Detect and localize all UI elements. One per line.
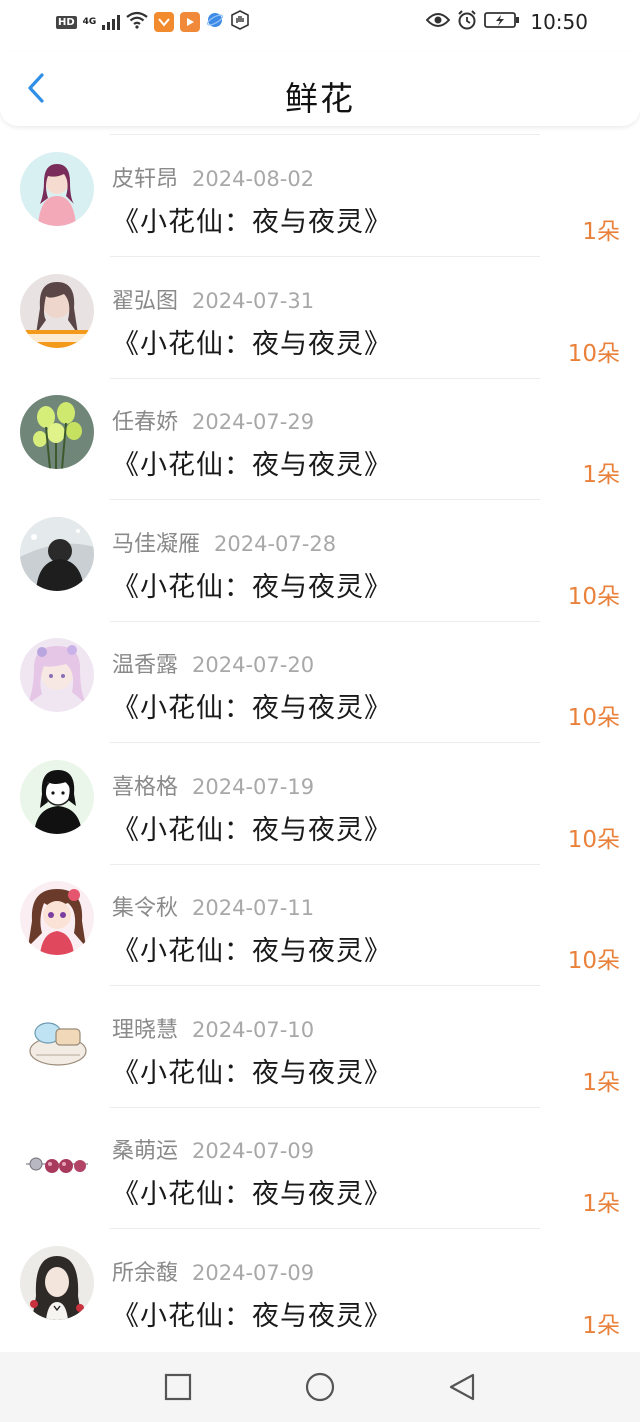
sender-info: 翟弘图 2024-07-31: [112, 283, 314, 315]
page-title: 鲜花: [285, 79, 355, 118]
recents-button[interactable]: [162, 1371, 194, 1403]
sender-name: 马佳凝雁: [112, 531, 201, 557]
avatar[interactable]: [20, 1245, 94, 1320]
list-item[interactable]: 温香露 2024-07-20 《小花仙：夜与夜灵》 10朵: [0, 622, 640, 743]
top-app-bar: 鲜花: [0, 52, 640, 126]
gift-book-title: 《小花仙：夜与夜灵》: [112, 1057, 392, 1089]
gift-date: 2024-07-29: [192, 410, 315, 434]
flower-count: 10朵: [567, 826, 620, 853]
browser-icon: [206, 11, 224, 34]
gift-book-title: 《小花仙：夜与夜灵》: [112, 571, 392, 603]
flower-count: 1朵: [582, 1191, 620, 1217]
hand-icon: [230, 9, 250, 35]
sender-info: 皮轩昂 2024-08-02: [112, 161, 314, 193]
alarm-icon: [456, 9, 478, 36]
wifi-icon: [126, 11, 149, 34]
sender-name: 温香露: [112, 653, 179, 678]
gift-book-title: 《小花仙：夜与夜灵》: [112, 328, 392, 360]
sender-name: 所余馥: [112, 1260, 179, 1286]
list-item[interactable]: 桑萌运 2024-07-09 《小花仙：夜与夜灵》 1朵: [0, 1108, 640, 1229]
app-badge-icon: [154, 12, 175, 32]
avatar[interactable]: [20, 273, 94, 348]
avatar[interactable]: [20, 638, 94, 712]
list-item[interactable]: 集令秋 2024-07-11 《小花仙：夜与夜灵》 10朵: [0, 865, 640, 986]
clock-time: 10:50: [530, 10, 588, 34]
gift-book-title: 《小花仙：夜与夜灵》: [112, 936, 392, 967]
sender-name: 任春娇: [112, 410, 179, 435]
status-left: HD 4G: [56, 9, 250, 35]
avatar[interactable]: [20, 152, 94, 226]
list-item[interactable]: 翟弘图 2024-07-31 《小花仙：夜与夜灵》 10朵: [0, 258, 640, 379]
list-item[interactable]: 皮轩昂 2024-08-02 《小花仙：夜与夜灵》 1朵: [0, 136, 640, 257]
hd-icon: HD: [56, 15, 77, 29]
gift-book-title: 《小花仙：夜与夜灵》: [112, 814, 392, 846]
list-item[interactable]: 理晓慧 2024-07-10 《小花仙：夜与夜灵》 1朵: [0, 987, 640, 1108]
sender-info: 马佳凝雁 2024-07-28: [112, 526, 336, 558]
eye-icon: [426, 11, 451, 33]
avatar[interactable]: [20, 1124, 94, 1198]
list-item[interactable]: 所余馥 2024-07-09 《小花仙：夜与夜灵》 1朵: [0, 1230, 640, 1351]
circle-home-icon: [305, 1372, 335, 1402]
sender-info: 理晓慧 2024-07-10: [112, 1012, 314, 1044]
triangle-back-icon: [449, 1373, 475, 1401]
sender-info: 集令秋 2024-07-11: [112, 890, 314, 922]
app-badge-icon: [180, 12, 201, 32]
gift-book-title: 《小花仙：夜与夜灵》: [112, 1300, 392, 1332]
flower-count: 10朵: [567, 948, 620, 974]
flower-count: 1朵: [582, 1312, 620, 1339]
app-screen: HD 4G 10:50 鲜花 皮轩昂 2024-08-02 《小花仙：夜与夜灵》…: [0, 0, 640, 1422]
avatar[interactable]: [20, 1002, 94, 1077]
system-back-button[interactable]: [446, 1371, 478, 1403]
flower-count: 1朵: [582, 219, 620, 245]
flower-count: 10朵: [567, 340, 620, 367]
list-item[interactable]: 任春娇 2024-07-29 《小花仙：夜与夜灵》 1朵: [0, 379, 640, 500]
sender-info: 温香露 2024-07-20: [112, 647, 314, 679]
list-item[interactable]: 马佳凝雁 2024-07-28 《小花仙：夜与夜灵》 10朵: [0, 501, 640, 622]
system-navigation-bar: [0, 1352, 640, 1422]
gift-book-title: 《小花仙：夜与夜灵》: [112, 693, 392, 724]
flower-count: 1朵: [582, 1069, 620, 1096]
flower-count: 10朵: [567, 705, 620, 731]
square-recents-icon: [164, 1373, 192, 1401]
flower-count: 1朵: [582, 462, 620, 488]
sender-info: 所余馥 2024-07-09: [112, 1255, 314, 1287]
gift-date: 2024-07-31: [192, 288, 315, 313]
status-right: 10:50: [426, 9, 588, 36]
status-bar: HD 4G 10:50: [0, 0, 640, 44]
gift-date: 2024-07-09: [192, 1139, 315, 1163]
sender-name: 翟弘图: [112, 288, 179, 314]
battery-charging-icon: [484, 11, 520, 34]
gift-book-title: 《小花仙：夜与夜灵》: [112, 1179, 392, 1210]
avatar[interactable]: [20, 759, 94, 834]
gift-book-title: 《小花仙：夜与夜灵》: [112, 450, 392, 481]
sender-name: 喜格格: [112, 774, 179, 800]
network-type-icon: 4G: [82, 16, 97, 27]
sender-info: 任春娇 2024-07-29: [112, 404, 314, 436]
divider: [110, 134, 540, 135]
sender-name: 集令秋: [112, 896, 179, 921]
gift-book-title: 《小花仙：夜与夜灵》: [112, 207, 392, 238]
sender-name: 皮轩昂: [112, 167, 179, 192]
gift-date: 2024-07-10: [192, 1017, 315, 1042]
home-button[interactable]: [304, 1371, 336, 1403]
sender-name: 理晓慧: [112, 1017, 179, 1043]
flower-count: 10朵: [567, 583, 620, 610]
avatar[interactable]: [20, 881, 94, 955]
signal-icon: [102, 14, 121, 30]
gift-date: 2024-08-02: [192, 167, 315, 191]
gift-date: 2024-07-28: [214, 531, 337, 556]
sender-name: 桑萌运: [112, 1139, 179, 1164]
gift-date: 2024-07-19: [192, 774, 315, 799]
gift-date: 2024-07-20: [192, 653, 315, 677]
sender-info: 桑萌运 2024-07-09: [112, 1133, 314, 1165]
list-item[interactable]: 喜格格 2024-07-19 《小花仙：夜与夜灵》 10朵: [0, 744, 640, 865]
avatar[interactable]: [20, 516, 94, 591]
gift-date: 2024-07-11: [192, 896, 315, 920]
avatar[interactable]: [20, 395, 94, 469]
sender-info: 喜格格 2024-07-19: [112, 769, 314, 801]
gift-date: 2024-07-09: [192, 1260, 315, 1285]
